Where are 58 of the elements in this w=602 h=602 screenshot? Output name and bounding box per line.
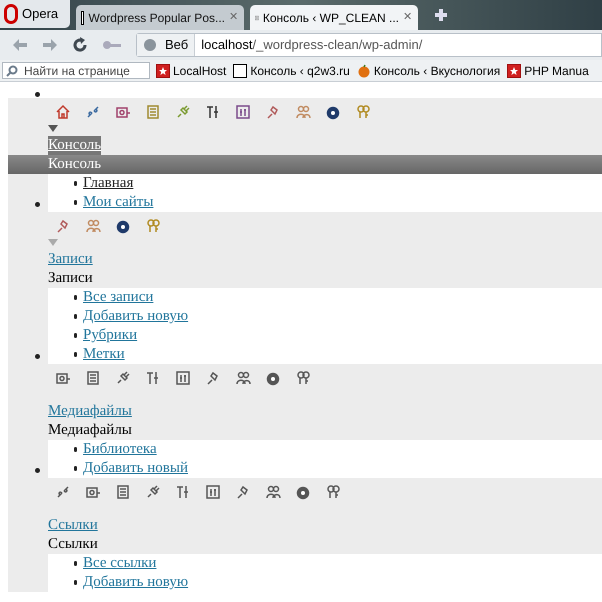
url-text: localhost/_wordpress-clean/wp-admin/ bbox=[200, 36, 422, 54]
list-bullet bbox=[74, 200, 77, 205]
globe-icon bbox=[143, 38, 157, 52]
back-icon[interactable] bbox=[12, 38, 28, 52]
submenu-link[interactable]: Добавить новую bbox=[83, 307, 188, 326]
list-bullet bbox=[74, 295, 77, 300]
menu-header: Записи bbox=[47, 269, 94, 288]
star-icon bbox=[156, 64, 170, 78]
list-bullet bbox=[35, 92, 40, 97]
key-icon[interactable] bbox=[102, 40, 122, 50]
star-icon bbox=[507, 64, 522, 78]
submenu-link[interactable]: Добавить новый bbox=[83, 459, 188, 478]
opera-logo-icon bbox=[4, 4, 18, 24]
menu-link[interactable]: Консоль bbox=[48, 136, 102, 155]
browser-tab[interactable]: Wordpress Popular Pos... ✕ bbox=[76, 5, 244, 30]
browser-tab[interactable]: Консоль ‹ WP_CLEAN ... ✕ bbox=[250, 5, 418, 30]
bookmark-link[interactable]: Консоль ‹ Вкуснология bbox=[356, 62, 502, 80]
menu-link[interactable]: Медиафайлы bbox=[48, 402, 132, 421]
list-bullet bbox=[74, 314, 77, 319]
bookmark-link[interactable]: Консоль ‹ q2w3.ru bbox=[233, 62, 351, 80]
reload-icon[interactable] bbox=[72, 37, 88, 53]
tab-title: Консоль ‹ WP_CLEAN ... bbox=[262, 10, 399, 26]
list-bullet bbox=[74, 466, 77, 471]
submenu-link[interactable]: Метки bbox=[83, 345, 125, 364]
list-bullet bbox=[35, 468, 40, 473]
close-button[interactable]: ✕ bbox=[229, 9, 239, 26]
menu-link[interactable]: Записи bbox=[48, 250, 93, 269]
list-bullet bbox=[35, 202, 40, 207]
list-bullet bbox=[74, 333, 77, 338]
list-bullet bbox=[74, 447, 77, 452]
find-field[interactable]: Найти на странице bbox=[2, 62, 150, 79]
menu-link[interactable]: Ссылки bbox=[48, 516, 98, 535]
forward-icon[interactable] bbox=[42, 38, 58, 52]
menu-header: Ссылки bbox=[47, 535, 99, 554]
submenu-link[interactable]: Главная bbox=[83, 174, 134, 193]
close-button[interactable]: ✕ bbox=[403, 9, 413, 26]
search-icon bbox=[6, 64, 18, 76]
submenu-link[interactable]: Мои сайты bbox=[83, 193, 154, 212]
list-bullet bbox=[35, 354, 40, 359]
bookmark-link[interactable]: PHP Manua bbox=[507, 62, 590, 80]
menu-header: Медиафайлы bbox=[47, 421, 133, 440]
submenu-link[interactable]: Добавить новую bbox=[83, 573, 188, 592]
fruit-icon bbox=[356, 64, 371, 78]
submenu-link[interactable]: Рубрики bbox=[83, 326, 138, 345]
opera-menu-button[interactable]: Opera bbox=[0, 0, 70, 28]
list-bullet bbox=[74, 181, 77, 186]
submenu-link[interactable]: Все записи bbox=[83, 288, 154, 307]
address-bar[interactable]: Веб localhost/_wordpress-clean/wp-admin/ bbox=[136, 33, 602, 57]
bookmark-link[interactable]: LocalHost bbox=[156, 62, 228, 80]
list-bullet bbox=[74, 352, 77, 357]
web-scope-button[interactable]: Веб bbox=[137, 34, 196, 56]
new-tab-icon[interactable] bbox=[434, 8, 448, 22]
submenu-link[interactable]: Все ссылки bbox=[83, 554, 156, 573]
list-bullet bbox=[74, 561, 77, 566]
list-bullet bbox=[74, 580, 77, 585]
tab-title: Wordpress Popular Pos... bbox=[88, 10, 225, 26]
submenu-link[interactable]: Библиотека bbox=[83, 440, 157, 459]
menu-header: Консоль bbox=[8, 155, 602, 174]
